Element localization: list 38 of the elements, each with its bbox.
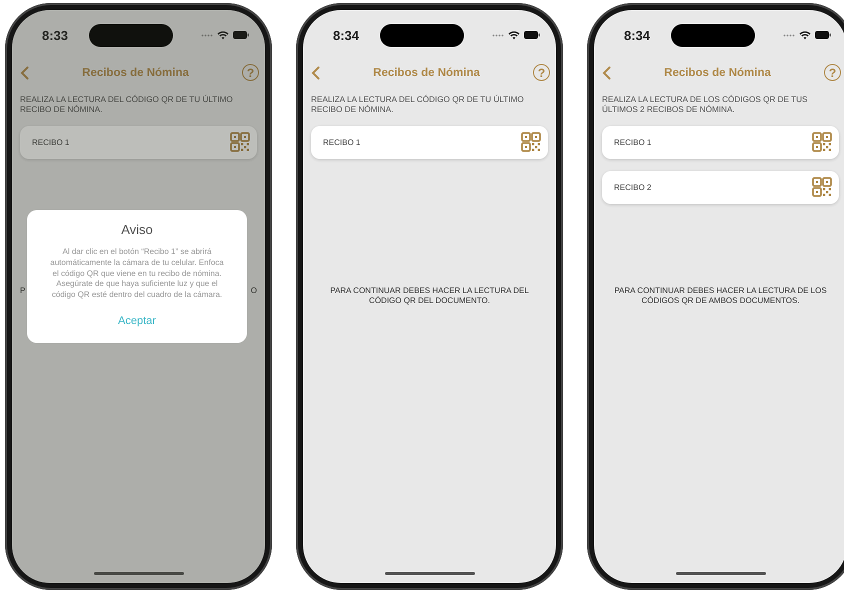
qr-code-icon bbox=[521, 132, 541, 152]
screen-title: Recibos de Nómina bbox=[663, 66, 772, 78]
receipt-scan-button[interactable]: RECIBO 2 bbox=[602, 170, 839, 204]
screen-title: Recibos de Nómina bbox=[372, 66, 481, 78]
screen-title: Recibos de Nómina bbox=[81, 66, 190, 78]
signal-dots-icon bbox=[492, 34, 504, 36]
qr-code-icon bbox=[812, 177, 832, 197]
footer-message-fragment: P bbox=[20, 286, 26, 295]
receipt-scan-button[interactable]: RECIBO 1 bbox=[311, 126, 548, 158]
chevron-left-icon bbox=[20, 66, 29, 80]
signal-dots-icon bbox=[783, 34, 795, 36]
wifi-icon bbox=[508, 30, 520, 40]
battery-icon bbox=[524, 31, 540, 39]
receipt-scan-button[interactable]: RECIBO 1 bbox=[20, 126, 257, 158]
back-button[interactable] bbox=[20, 66, 29, 80]
battery-icon bbox=[233, 31, 249, 39]
footer-message: PARA CONTINUAR DEBES HACER LA LECTURA DE LOS CÓDIGOS QR DE AMBOS DOCUMENTOS. bbox=[613, 286, 828, 306]
instruction-text: REALIZA LA LECTURA DEL CÓDIGO QR DE TU ÚLTIMO RECIBO DE NÓMINA. bbox=[20, 95, 234, 116]
signal-dots-icon bbox=[201, 34, 213, 36]
status-time: 8:34 bbox=[624, 28, 650, 42]
wifi-icon bbox=[799, 30, 811, 40]
chevron-left-icon bbox=[602, 66, 611, 80]
footer-message-fragment: O bbox=[250, 286, 257, 295]
dialog-message: Al dar clic en el botón “Recibo 1” se abrirá automáticamente la cámara de tu celular. Enfoca el código QR que viene en tu recibo de nómina. Asegúrate de que haya suficiente luz y que el código QR esté dentro del cuadro de la cámara. bbox=[49, 247, 225, 301]
instruction-text: REALIZA LA LECTURA DEL CÓDIGO QR DE TU ÚLTIMO RECIBO DE NÓMINA. bbox=[311, 95, 525, 116]
instruction-text: REALIZA LA LECTURA DE LOS CÓDIGOS QR DE TUS ÚLTIMOS 2 RECIBOS DE NÓMINA. bbox=[602, 95, 809, 116]
status-time: 8:34 bbox=[333, 28, 360, 42]
back-button[interactable] bbox=[602, 66, 611, 80]
status-time: 8:33 bbox=[42, 28, 68, 42]
receipt-scan-button[interactable]: RECIBO 1 bbox=[602, 126, 839, 158]
qr-code-icon bbox=[812, 132, 832, 152]
chevron-left-icon bbox=[311, 66, 320, 80]
battery-icon bbox=[815, 31, 831, 39]
dialog-title: Aviso bbox=[121, 222, 153, 237]
qr-code-icon bbox=[230, 132, 250, 152]
back-button[interactable] bbox=[311, 66, 320, 80]
wifi-icon bbox=[217, 30, 229, 40]
footer-message: PARA CONTINUAR DEBES HACER LA LECTURA DEL CÓDIGO QR DEL DOCUMENTO. bbox=[329, 286, 530, 306]
